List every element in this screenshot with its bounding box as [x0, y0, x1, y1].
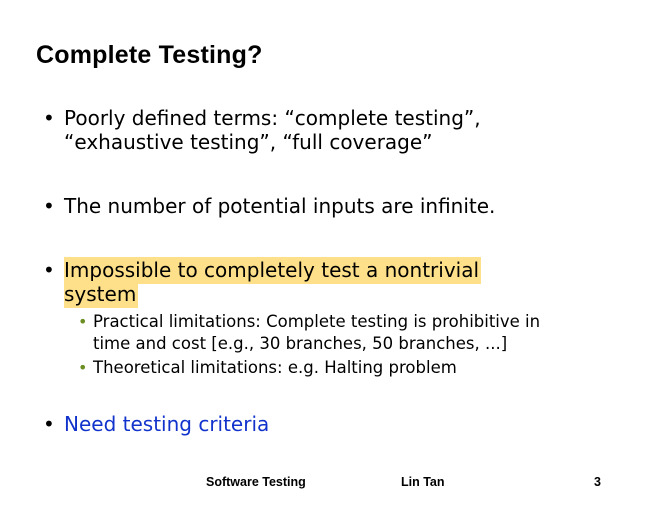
sub-bullet-line: time and cost [e.g., 30 branches, 50 bra…: [93, 334, 508, 353]
highlighted-text: Impossible to completely test a nontrivi…: [64, 257, 482, 284]
bullet-potential-inputs: • The number of potential inputs are inf…: [43, 194, 604, 218]
bullet-poorly-defined-terms: • Poorly defined terms: “complete testin…: [43, 106, 604, 154]
sub-bullet-marker: •: [78, 312, 88, 331]
bullet-line: “exhaustive testing”, “full coverage”: [64, 130, 433, 154]
bullet-line: Impossible to completely test a nontrivi…: [64, 257, 604, 284]
sub-bullet-practical-limitations: • Practical limitations: Complete testin…: [78, 311, 623, 355]
footer-course-title: Software Testing: [206, 475, 306, 489]
bullet-line: system: [64, 281, 604, 308]
sub-bullet-theoretical-limitations: • Theoretical limitations: e.g. Halting …: [78, 357, 623, 379]
highlighted-text: system: [64, 281, 139, 308]
bullet-line: Poorly defined terms: “complete testing”…: [64, 106, 481, 130]
slide-title: Complete Testing?: [36, 41, 263, 69]
bullet-need-testing-criteria: • Need testing criteria: [43, 412, 604, 436]
bullet-marker: •: [43, 412, 55, 436]
sub-bullet-line: Practical limitations: Complete testing …: [93, 312, 541, 331]
sub-bullet-marker: •: [78, 358, 88, 377]
bullet-text: Need testing criteria: [64, 412, 270, 436]
bullet-marker: •: [43, 258, 55, 282]
footer-page-number: 3: [594, 475, 601, 489]
bullet-marker: •: [43, 194, 55, 218]
bullet-marker: •: [43, 106, 55, 130]
sub-bullet-text: Theoretical limitations: e.g. Halting pr…: [93, 358, 457, 377]
footer-author: Lin Tan: [401, 475, 445, 489]
bullet-text: The number of potential inputs are infin…: [64, 194, 496, 218]
bullet-impossible-to-test: • Impossible to completely test a nontri…: [43, 257, 604, 308]
